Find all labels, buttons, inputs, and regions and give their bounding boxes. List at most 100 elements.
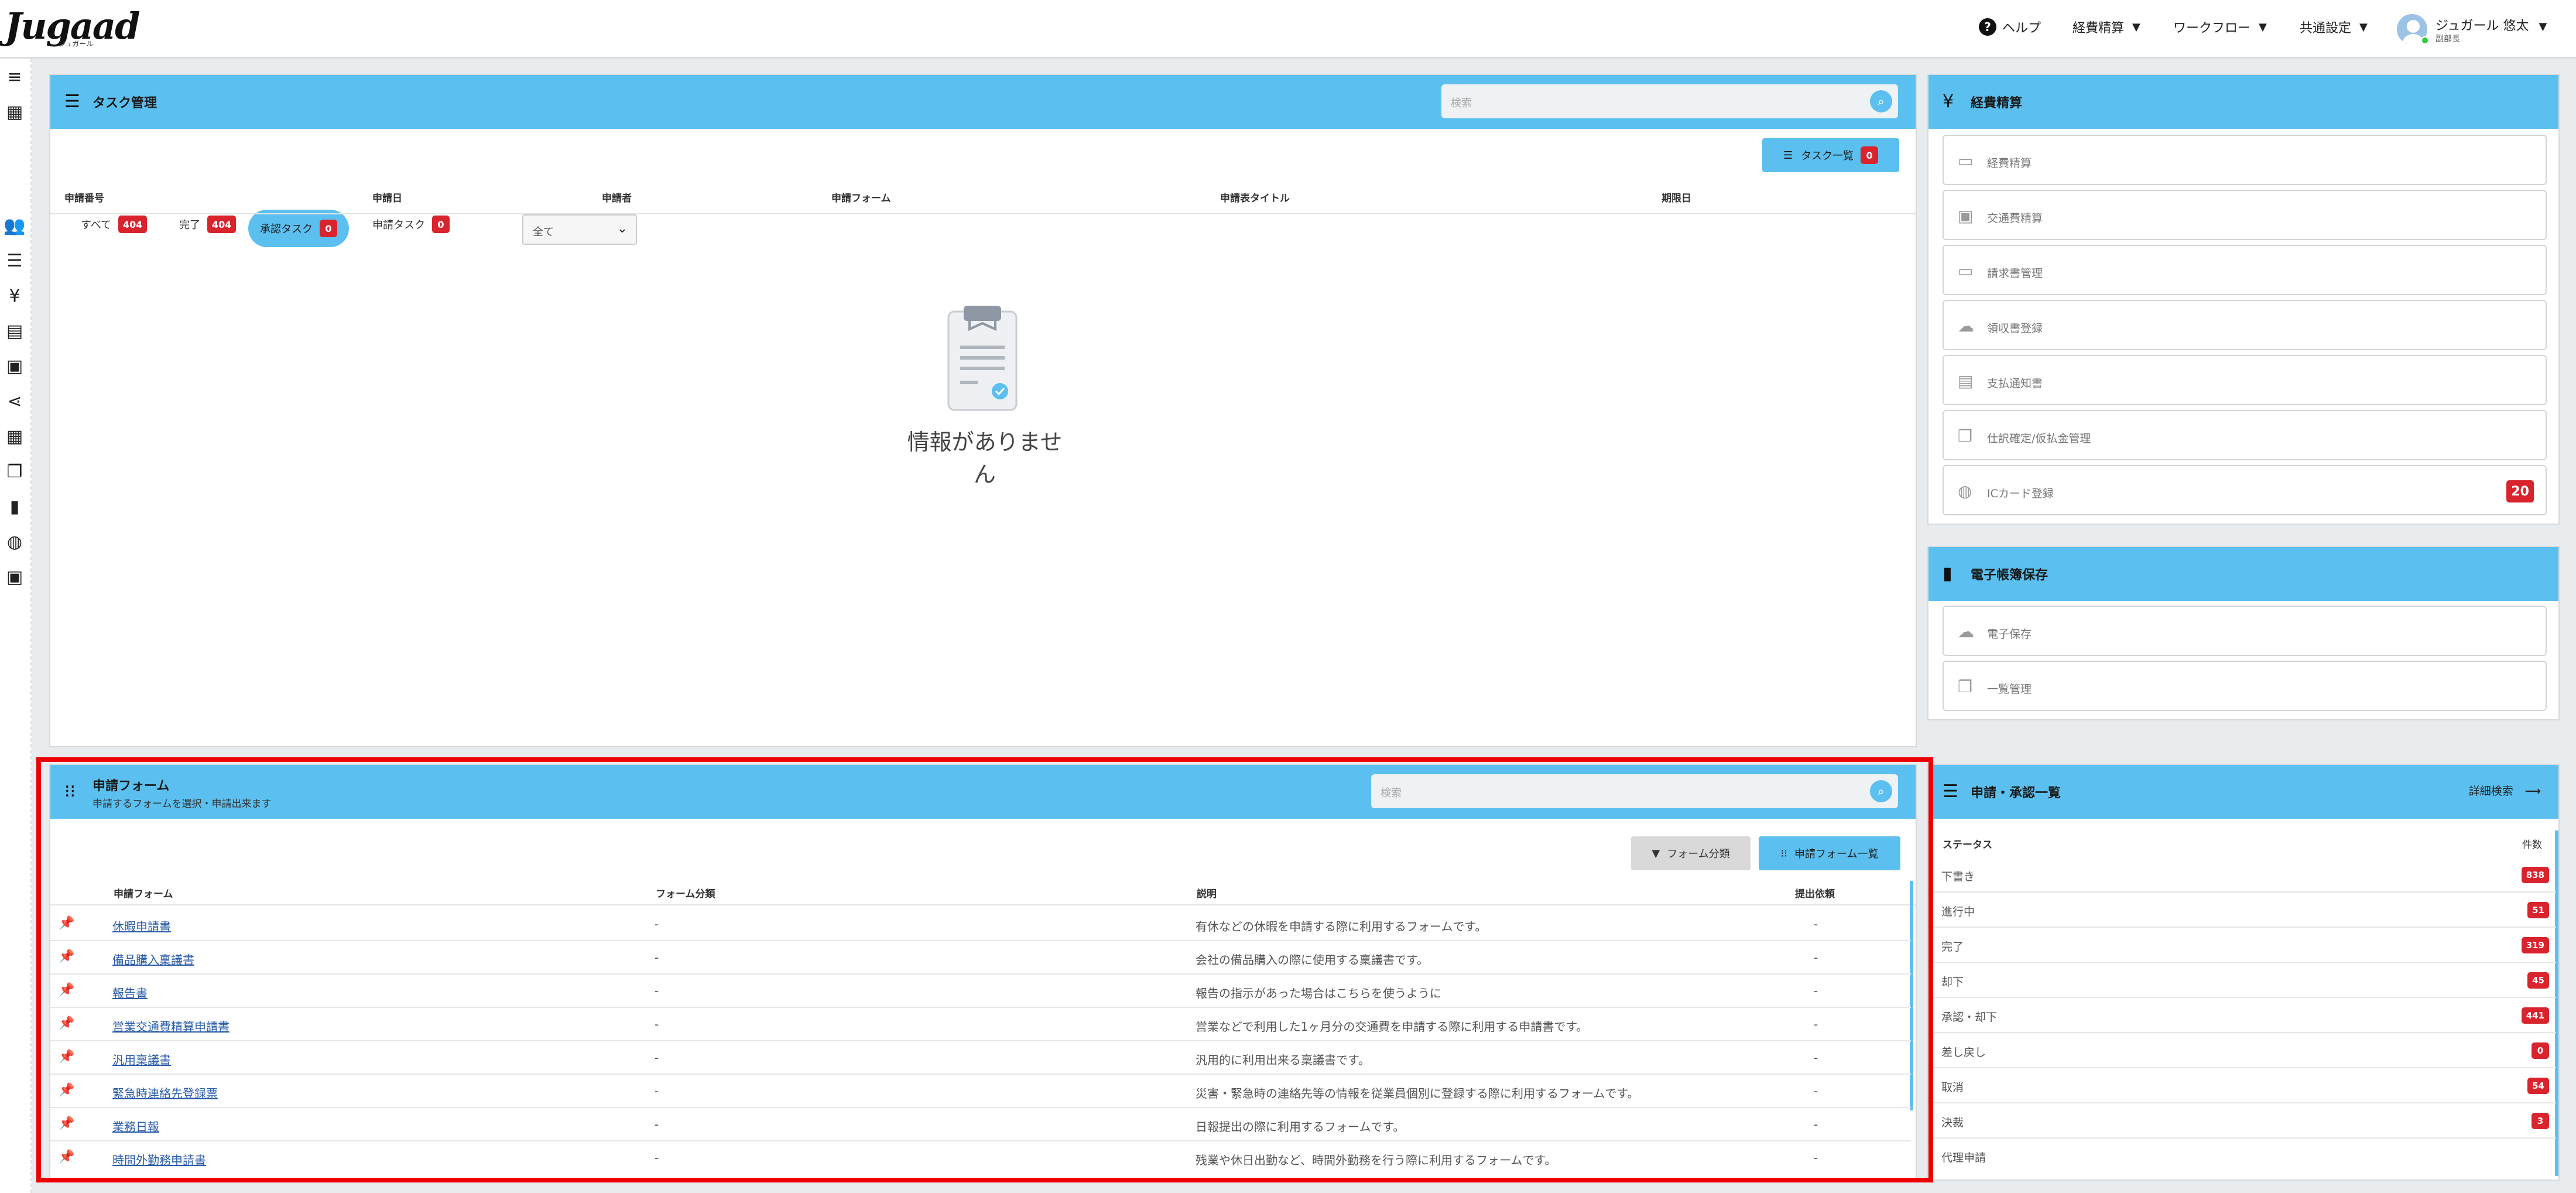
storage-panel-title: 電子帳簿保存 [1971,568,2049,583]
empty-state-text: 情報がありません [907,429,1063,487]
tab-label: 完了 [179,219,200,231]
status-label: 代理申請 [1941,1151,1986,1164]
status-label: 進行中 [1941,905,1975,918]
column-header: 申請番号 [64,193,104,204]
expense-panel-title: 経費精算 [1971,96,2023,111]
wallet-icon[interactable]: ▣ [5,567,25,587]
list-item[interactable]: 進行中 51 [1932,893,2556,928]
status-label: 取消 [1941,1081,1964,1094]
list-item[interactable]: 完了 319 [1932,928,2556,963]
menu-item-receipt[interactable]: ☁ 領収書登録 [1943,300,2547,350]
list-item[interactable]: 代理申請 [1932,1139,2556,1170]
globe-icon: ◍ [1958,481,1972,501]
list-item[interactable]: 取消 54 [1932,1068,2556,1103]
count-badge: 0 [432,216,450,233]
nav-menu-expense[interactable]: 経費精算 ▼ [2073,18,2140,36]
list-icon[interactable]: ☰ [5,251,25,271]
list-item[interactable]: 承認・却下 441 [1932,998,2556,1033]
column-header: 申請表タイトル [1220,193,1290,204]
train-icon: ▣ [1958,206,1974,225]
menu-item-list-management[interactable]: ❐ 一覧管理 [1943,661,2547,711]
list-icon: ☰ [1783,149,1793,162]
document-icon[interactable]: ▤ [5,321,25,341]
help-icon: ? [1979,18,1996,36]
caret-down-icon: ▼ [2539,20,2547,33]
count-badge: 0 [320,220,337,237]
share-icon[interactable]: ⋖ [5,391,25,412]
collapse-menu-icon[interactable]: ≡ [5,67,25,87]
user-department: 副部長 [2435,35,2460,44]
status-label: 承認・却下 [1941,1011,1998,1024]
count-badge: 441 [2521,1007,2549,1024]
stack-icon: ❐ [1958,677,1973,696]
empty-clipboard-icon [947,306,1018,411]
yen-icon: ¥ [1943,91,1954,112]
list-item[interactable]: 却下 45 [1932,963,2556,998]
nav-menu-expense-label: 経費精算 [2073,21,2125,36]
tab-all[interactable]: すべて 404 [81,216,148,233]
select-value: 全て [533,226,554,238]
users-icon[interactable]: 👥 [4,216,25,236]
cloud-upload-icon: ☁ [1958,622,1974,641]
nav-menu-workflow[interactable]: ワークフロー ▼ [2173,18,2267,36]
count-badge: 54 [2527,1078,2549,1094]
count-badge: 51 [2527,902,2549,918]
status-label: 下書き [1941,870,1975,883]
task-panel-header: ☰ タスク管理 検索 ⌕ [50,75,1916,129]
menu-item-label: 一覧管理 [1987,683,2032,696]
task-panel-title: タスク管理 [93,96,157,111]
chevron-down-icon: ⌄ [616,221,628,236]
count-badge: 0 [2532,1042,2549,1059]
globe-icon[interactable]: ◍ [5,532,25,552]
menu-item-ic-card[interactable]: ◍ ICカード登録 20 [1943,465,2547,515]
task-search-input[interactable]: 検索 ⌕ [1441,84,1898,118]
help-link[interactable]: ? ヘルプ [1979,18,2041,36]
count-badge: 404 [118,216,148,233]
list-item[interactable]: 決裁 3 [1932,1103,2556,1139]
task-list-button[interactable]: ☰ タスク一覧 0 [1762,138,1899,172]
user-name: ジュガール 悠太 [2435,19,2529,33]
count-badge: 838 [2521,867,2549,883]
column-header: 期限日 [1662,193,1691,204]
expense-panel-header: ¥ 経費精算 [1928,75,2558,129]
column-header: 申請日 [372,193,402,204]
search-placeholder: 検索 [1451,97,1472,110]
yen-icon[interactable]: ¥ [5,286,25,306]
building-icon[interactable]: ▦ [5,102,25,122]
table-icon[interactable]: ▦ [5,426,25,447]
menu-item-label: 支払通知書 [1987,377,2043,390]
tab-approval-tasks[interactable]: 承認タスク 0 [248,210,349,247]
nav-menu-settings[interactable]: 共通設定 ▼ [2300,18,2368,36]
menu-item-label: 仕訳確定/仮払金管理 [1987,432,2091,445]
menu-item-transport[interactable]: ▣ 交通費精算 [1943,190,2547,240]
user-menu[interactable]: ジュガール 悠太 ▼ [2435,15,2547,34]
list-icon: ☰ [64,91,80,112]
cash-icon: ▭ [1958,151,1974,170]
menu-item-label: 電子保存 [1987,628,2032,641]
menu-item-journal[interactable]: ❐ 仕訳確定/仮払金管理 [1943,410,2547,460]
storage-panel-header: ▮ 電子帳簿保存 [1928,547,2558,601]
menu-item-invoice[interactable]: ▭ 請求書管理 [1943,245,2547,295]
menu-item-e-storage[interactable]: ☁ 電子保存 [1943,606,2547,656]
detail-search-link[interactable]: 詳細検索 ⟶ [2469,782,2541,798]
tab-completed[interactable]: 完了 404 [179,216,237,233]
arrow-right-icon: ⟶ [2524,785,2541,798]
count-badge: 3 [2532,1113,2549,1129]
tab-application-tasks[interactable]: 申請タスク 0 [372,216,450,233]
status-label: 差し戻し [1941,1046,1986,1059]
cloud-upload-icon: ☁ [1958,316,1974,336]
file-icon[interactable]: ▮ [5,497,25,517]
receipt-icon[interactable]: ▣ [5,356,25,377]
list-item[interactable]: 差し戻し 0 [1932,1033,2556,1068]
task-filter-select[interactable]: 全て ⌄ [522,214,637,245]
menu-item-payment-notice[interactable]: ▤ 支払通知書 [1943,355,2547,405]
list-item[interactable]: 下書き 838 [1932,857,2556,893]
copy-icon[interactable]: ❐ [5,462,25,482]
online-status-dot [2421,36,2429,45]
receipt-icon: ▤ [1958,371,1974,391]
status-label: 却下 [1941,976,1964,989]
menu-item-expense[interactable]: ▭ 経費精算 [1943,135,2547,185]
column-header: 申請フォーム [831,193,891,204]
list-icon: ☰ [1943,781,1958,802]
search-icon[interactable]: ⌕ [1870,90,1892,112]
